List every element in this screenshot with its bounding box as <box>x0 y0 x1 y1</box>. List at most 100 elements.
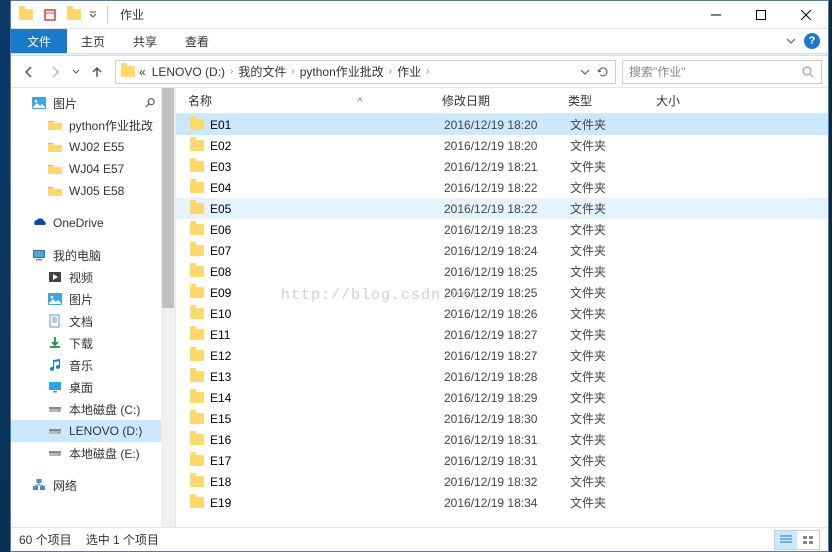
chevron-right-icon[interactable]: › <box>228 66 235 77</box>
file-row[interactable]: E042016/12/19 18:22文件夹 <box>176 177 828 198</box>
chevron-down-icon[interactable] <box>786 36 796 46</box>
file-name: E04 <box>210 181 444 195</box>
chevron-right-icon[interactable]: › <box>424 66 431 77</box>
details-view-button[interactable] <box>775 531 797 549</box>
drive-icon <box>47 401 63 417</box>
file-row[interactable]: E092016/12/19 18:25文件夹 <box>176 282 828 303</box>
nav-item[interactable]: 视频 <box>11 266 175 288</box>
tab-view[interactable]: 查看 <box>171 29 223 53</box>
file-type: 文件夹 <box>570 368 658 385</box>
chevron-right-icon[interactable]: › <box>387 66 394 77</box>
file-row[interactable]: E122016/12/19 18:27文件夹 <box>176 345 828 366</box>
nav-item[interactable]: WJ02 E55 <box>11 136 175 158</box>
separator <box>107 6 108 24</box>
nav-item[interactable]: 图片⚲ <box>11 92 175 114</box>
file-row[interactable]: E022016/12/19 18:20文件夹 <box>176 135 828 156</box>
nav-item[interactable]: 音乐 <box>11 354 175 376</box>
column-header-type[interactable]: 类型 <box>568 92 656 109</box>
file-row[interactable]: E072016/12/19 18:24文件夹 <box>176 240 828 261</box>
file-row[interactable]: E162016/12/19 18:31文件夹 <box>176 429 828 450</box>
breadcrumb-item[interactable]: 作业 <box>394 63 424 80</box>
nav-item[interactable]: 文档 <box>11 310 175 332</box>
navigation-pane[interactable]: 图片⚲python作业批改WJ02 E55WJ04 E57 WJ05 E58 One… <box>11 88 176 527</box>
column-header-name[interactable]: 名称^ <box>188 92 442 109</box>
nav-item[interactable]: WJ04 E57 <box>11 158 175 180</box>
nav-item[interactable]: 本地磁盘 (C:) <box>11 398 175 420</box>
file-row[interactable]: E132016/12/19 18:28文件夹 <box>176 366 828 387</box>
scrollbar[interactable] <box>161 88 175 527</box>
file-row[interactable]: E142016/12/19 18:29文件夹 <box>176 387 828 408</box>
view-toggles <box>774 530 820 550</box>
nav-item[interactable]: WJ05 E58 <box>11 180 175 202</box>
recent-dropdown[interactable] <box>69 60 83 84</box>
nav-item[interactable]: 图片 <box>11 288 175 310</box>
quick-access-toolbar <box>11 4 103 26</box>
nav-item[interactable]: python作业批改 <box>11 114 175 136</box>
file-name: E12 <box>210 349 444 363</box>
scrollbar-thumb[interactable] <box>162 88 174 308</box>
file-row[interactable]: E152016/12/19 18:30文件夹 <box>176 408 828 429</box>
address-bar[interactable]: « LENOVO (D:) › 我的文件 › python作业批改 › 作业 › <box>115 60 616 84</box>
chevron-down-icon[interactable] <box>577 64 593 80</box>
nav-item[interactable]: OneDrive <box>11 212 175 234</box>
nav-item[interactable]: 网络 <box>11 474 175 496</box>
qat-dropdown-icon[interactable] <box>87 4 99 26</box>
search-icon <box>801 65 815 79</box>
minimize-button[interactable] <box>693 1 738 29</box>
folder-icon <box>190 371 210 382</box>
nav-item-label: WJ05 E58 <box>69 184 124 198</box>
chevron-right-icon[interactable]: › <box>289 66 296 77</box>
file-row[interactable]: E052016/12/19 18:22文件夹 <box>176 198 828 219</box>
nav-item[interactable]: 我的电脑 <box>11 244 175 266</box>
desktop-icon <box>47 379 63 395</box>
close-button[interactable] <box>783 1 828 29</box>
file-list[interactable]: E012016/12/19 18:20文件夹E022016/12/19 18:2… <box>176 114 828 527</box>
file-row[interactable]: E112016/12/19 18:27文件夹 <box>176 324 828 345</box>
tab-home[interactable]: 主页 <box>67 29 119 53</box>
folder-icon[interactable] <box>63 4 85 26</box>
breadcrumb-item[interactable]: python作业批改 <box>297 63 387 80</box>
file-tab[interactable]: 文件 <box>11 29 67 53</box>
folder-icon <box>190 224 210 235</box>
search-input[interactable]: 搜索"作业" <box>622 60 822 84</box>
file-date: 2016/12/19 18:20 <box>444 118 570 132</box>
up-button[interactable] <box>85 60 109 84</box>
properties-icon[interactable] <box>39 4 61 26</box>
folder-icon <box>190 287 210 298</box>
file-row[interactable]: E062016/12/19 18:23文件夹 <box>176 219 828 240</box>
breadcrumb-prefix[interactable]: « <box>136 65 149 79</box>
nav-item-label: 本地磁盘 (C:) <box>69 401 140 418</box>
file-row[interactable]: E172016/12/19 18:31文件夹 <box>176 450 828 471</box>
file-type: 文件夹 <box>570 221 658 238</box>
nav-item[interactable]: LENOVO (D:) <box>11 420 175 442</box>
nav-item-label: 文档 <box>69 313 93 330</box>
breadcrumb-item[interactable]: LENOVO (D:) <box>149 65 228 79</box>
column-header-size[interactable]: 大小 <box>656 92 736 109</box>
file-name: E19 <box>210 496 444 510</box>
file-row[interactable]: E032016/12/19 18:21文件夹 <box>176 156 828 177</box>
back-button[interactable] <box>17 60 41 84</box>
file-name: E10 <box>210 307 444 321</box>
maximize-button[interactable] <box>738 1 783 29</box>
file-row[interactable]: E102016/12/19 18:26文件夹 <box>176 303 828 324</box>
refresh-icon[interactable] <box>595 64 611 80</box>
help-icon[interactable]: ? <box>804 33 820 49</box>
file-type: 文件夹 <box>570 473 658 490</box>
breadcrumb-item[interactable]: 我的文件 <box>235 63 289 80</box>
file-row[interactable]: E012016/12/19 18:20文件夹 <box>176 114 828 135</box>
icons-view-button[interactable] <box>797 531 819 549</box>
file-row[interactable]: E082016/12/19 18:25文件夹 <box>176 261 828 282</box>
forward-button[interactable] <box>43 60 67 84</box>
nav-item[interactable]: 下载 <box>11 332 175 354</box>
tab-share[interactable]: 共享 <box>119 29 171 53</box>
folder-icon <box>190 413 210 424</box>
column-header-date[interactable]: 修改日期 <box>442 92 568 109</box>
file-row[interactable]: E192016/12/19 18:34文件夹 <box>176 492 828 513</box>
file-row[interactable]: E182016/12/19 18:32文件夹 <box>176 471 828 492</box>
file-date: 2016/12/19 18:27 <box>444 349 570 363</box>
nav-item[interactable]: 桌面 <box>11 376 175 398</box>
title-bar: 作业 <box>11 1 828 29</box>
nav-item[interactable]: 本地磁盘 (E:) <box>11 442 175 464</box>
file-type: 文件夹 <box>570 431 658 448</box>
file-name: E13 <box>210 370 444 384</box>
